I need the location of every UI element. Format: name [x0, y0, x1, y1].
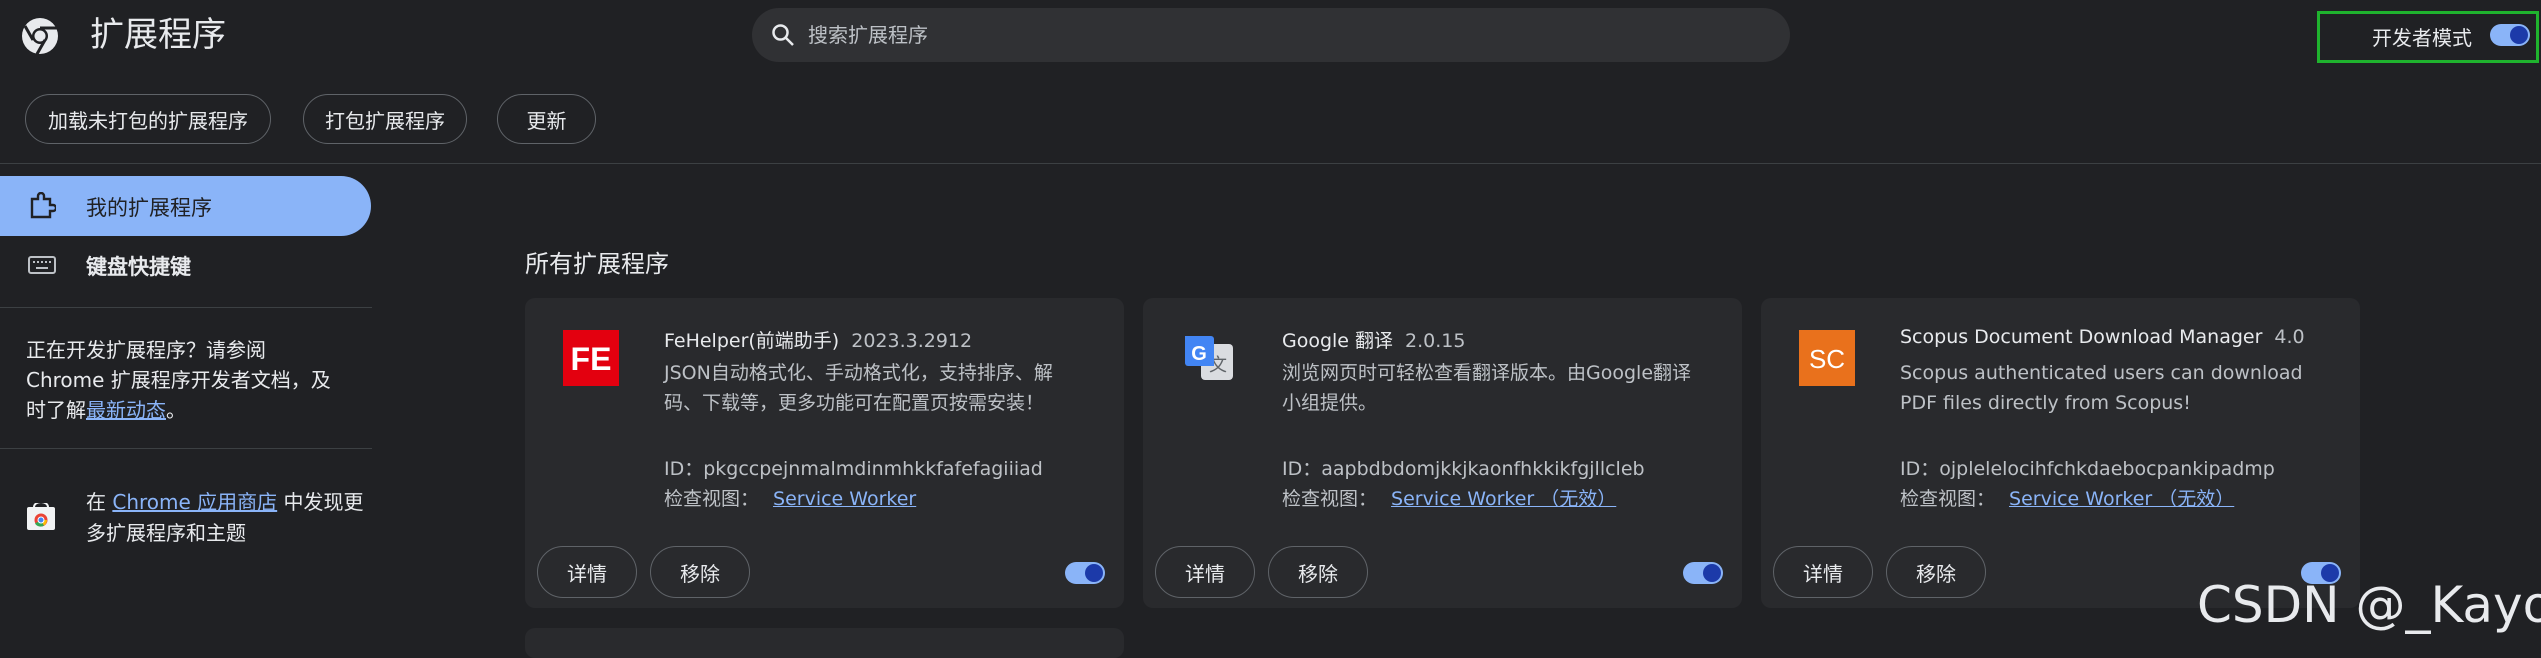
search-bar[interactable]: [752, 8, 1790, 62]
update-label: 更新: [526, 108, 567, 133]
load-unpacked-button[interactable]: 加载未打包的扩展程序: [25, 94, 271, 144]
extension-name: Google 翻译 2.0.15: [1282, 326, 1465, 353]
details-button[interactable]: 详情: [1773, 546, 1873, 598]
pack-extension-label: 打包扩展程序: [325, 108, 445, 133]
inspect-views: 检查视图： Service Worker （无效）: [1282, 484, 1616, 511]
dev-mode-label: 开发者模式: [2372, 26, 2472, 50]
remove-label: 移除: [1916, 561, 1956, 586]
svg-text:G: G: [1191, 343, 1207, 365]
chrome-logo-icon: [22, 18, 58, 55]
web-store-text-pre: 在: [86, 490, 113, 514]
web-store-text: 在 Chrome 应用商店 中发现更多扩展程序和主题: [86, 487, 366, 549]
extension-name: Scopus Document Download Manager 4.0: [1900, 326, 2305, 348]
extension-id: ID：pkgccpejnmalmdinmhkkfafefagiiiad: [664, 454, 1043, 481]
enable-toggle[interactable]: [1065, 562, 1105, 584]
dev-docs-text-post: 。: [166, 398, 186, 422]
remove-label: 移除: [1298, 561, 1338, 586]
google-translate-icon: 文 G: [1185, 336, 1233, 380]
inspect-label: 检查视图：: [1900, 488, 1996, 510]
toolbar-divider: [0, 163, 2541, 164]
watermark: CSDN @_Kayo_: [2197, 576, 2541, 634]
search-input[interactable]: [806, 22, 1710, 48]
page-title: 扩展程序: [90, 15, 226, 55]
extension-description: Scopus authenticated users can download …: [1900, 362, 2303, 414]
svg-text:FE: FE: [571, 341, 612, 377]
extension-title: FeHelper(前端助手): [664, 330, 840, 352]
remove-button[interactable]: 移除: [650, 546, 750, 598]
chrome-web-store-link[interactable]: Chrome 应用商店: [112, 490, 277, 514]
inspect-views: 检查视图： Service Worker （无效）: [1900, 484, 2234, 511]
details-button[interactable]: 详情: [537, 546, 637, 598]
scopus-icon: SC: [1799, 330, 1855, 386]
latest-news-link[interactable]: 最新动态: [86, 398, 166, 422]
update-button[interactable]: 更新: [497, 94, 596, 144]
search-icon: [772, 24, 794, 46]
extension-description: 浏览网页时可轻松查看翻译版本。由Google翻译小组提供。: [1282, 362, 1692, 414]
id-label: ID：: [1282, 458, 1322, 480]
id-label: ID：: [1900, 458, 1940, 480]
dev-docs-text: 正在开发扩展程序？请参阅 Chrome 扩展程序开发者文档，及时了解最新动态。: [26, 335, 346, 425]
sidebar-divider: [0, 448, 372, 449]
inspect-views: 检查视图： Service Worker: [664, 484, 916, 511]
service-worker-link[interactable]: Service Worker （无效）: [1391, 488, 1616, 510]
details-button[interactable]: 详情: [1155, 546, 1255, 598]
extension-card: SC Scopus Document Download Manager 4.0 S…: [1761, 298, 2360, 608]
details-label: 详情: [1185, 561, 1225, 586]
sidebar-item-keyboard-shortcuts[interactable]: 键盘快捷键: [86, 251, 191, 281]
extension-name: FeHelper(前端助手) 2023.3.2912: [664, 326, 972, 353]
enable-toggle[interactable]: [1683, 562, 1723, 584]
id-value: aapbdbdomjkkjkaonfhkkikfgjllcleb: [1321, 458, 1645, 480]
extension-id: ID：ojplelelocihfchkdaebocpankipadmp: [1900, 454, 2275, 481]
extension-version: 2023.3.2912: [851, 330, 973, 352]
extension-card: FE FeHelper(前端助手) 2023.3.2912 JSON自动格式化、手…: [525, 298, 1124, 608]
puzzle-icon: [30, 192, 56, 219]
extension-card: [525, 628, 1124, 658]
extension-title: Scopus Document Download Manager: [1900, 326, 2263, 348]
remove-button[interactable]: 移除: [1886, 546, 1986, 598]
details-label: 详情: [567, 561, 607, 586]
sidebar-divider: [0, 307, 372, 308]
chrome-web-store-icon: [27, 503, 55, 530]
sidebar-item-label: 我的扩展程序: [86, 196, 212, 220]
remove-button[interactable]: 移除: [1268, 546, 1368, 598]
inspect-label: 检查视图：: [664, 488, 760, 510]
extension-description: JSON自动格式化、手动格式化，支持排序、解码、下载等，更多功能可在配置页按需安…: [664, 362, 1053, 414]
dev-mode-toggle[interactable]: [2490, 24, 2530, 46]
service-worker-link[interactable]: Service Worker: [773, 488, 916, 510]
id-value: pkgccpejnmalmdinmhkkfafefagiiiad: [703, 458, 1043, 480]
section-title: 所有扩展程序: [525, 250, 669, 278]
extension-id: ID：aapbdbdomjkkjkaonfhkkikfgjllcleb: [1282, 454, 1645, 481]
load-unpacked-label: 加载未打包的扩展程序: [48, 108, 248, 133]
id-label: ID：: [664, 458, 704, 480]
id-value: ojplelelocihfchkdaebocpankipadmp: [1939, 458, 2275, 480]
extension-title: Google 翻译: [1282, 330, 1394, 352]
fehelper-icon: FE: [563, 330, 619, 386]
extension-version: 4.0: [2274, 326, 2305, 348]
keyboard-icon: [28, 256, 56, 274]
extension-version: 2.0.15: [1405, 330, 1466, 352]
extension-card: 文 G Google 翻译 2.0.15 浏览网页时可轻松查看翻译版本。由Goog…: [1143, 298, 1742, 608]
inspect-label: 检查视图：: [1282, 488, 1378, 510]
remove-label: 移除: [680, 561, 720, 586]
details-label: 详情: [1803, 561, 1843, 586]
pack-extension-button[interactable]: 打包扩展程序: [303, 94, 467, 144]
scopus-icon-text: SC: [1809, 344, 1845, 374]
service-worker-link[interactable]: Service Worker （无效）: [2009, 488, 2234, 510]
